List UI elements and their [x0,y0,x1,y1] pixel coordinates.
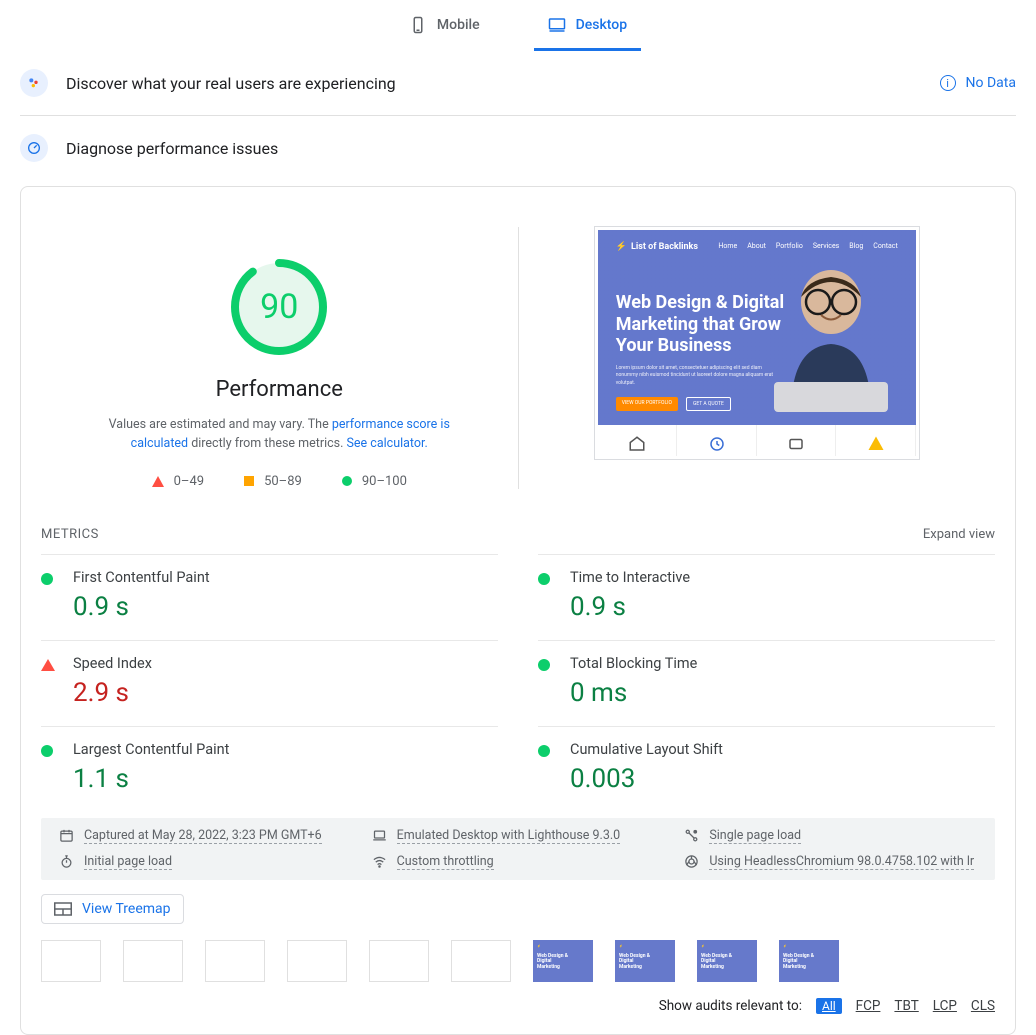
thumb-loaded: ⚡Web Design & Digital Marketing [779,940,839,982]
metric-value: 0.003 [570,764,995,794]
metric-name: Time to Interactive [570,569,995,586]
thumb-loaded: ⚡Web Design & Digital Marketing [533,940,593,982]
score-link-2[interactable]: See calculator. [347,436,428,451]
tab-desktop[interactable]: Desktop [534,16,641,51]
env-captured: Captured at May 28, 2022, 3:23 PM GMT+6 [59,828,352,844]
metric-value: 2.9 s [73,678,498,708]
env-emulated: Emulated Desktop with Lighthouse 9.3.0 [372,828,665,844]
thumb-empty [451,940,511,982]
dot-green-icon [538,745,552,759]
audit-filter-all[interactable]: All [816,998,842,1014]
page-screenshot: ⚡ List of Backlinks HomeAboutPortfolioSe… [595,227,919,459]
no-data-link[interactable]: No Data [966,75,1016,91]
performance-label: Performance [41,377,518,402]
thumb-loaded: ⚡Web Design & Digital Marketing [697,940,757,982]
performance-description: Values are estimated and may vary. The p… [79,416,479,454]
audit-filter-cls[interactable]: CLS [971,998,995,1014]
env-single: Single page load [684,828,977,844]
env-throttling: Custom throttling [372,854,665,870]
env-browser: Using HeadlessChromium 98.0.4758.102 wit… [684,854,977,870]
metric-value: 0.9 s [570,592,995,622]
metrics-grid: First Contentful Paint0.9 sTime to Inter… [41,554,995,812]
thumb-empty [205,940,265,982]
metrics-label: Metrics [41,527,99,542]
thumb-empty [41,940,101,982]
dot-green-icon [342,476,352,486]
mobile-icon [409,16,427,34]
metric-row: Speed Index 2.9 s [41,640,498,726]
diagnose-title: Diagnose performance issues [66,139,278,158]
dot-green-icon [41,745,55,759]
metric-row: Cumulative Layout Shift 0.003 [538,726,995,812]
metric-row: Largest Contentful Paint 1.1 s [41,726,498,812]
stopwatch-icon [59,854,74,869]
gauge-icon [20,134,48,162]
audits-label: Show audits relevant to: [659,998,802,1014]
metric-name: Cumulative Layout Shift [570,741,995,758]
score-legend: 0–49 50–89 90–100 [41,474,518,489]
score-column: 90 Performance Values are estimated and … [41,227,519,489]
preview-btn-quote: GET A QUOTE [686,397,731,411]
info-icon[interactable]: i [940,75,956,91]
treemap-icon [54,902,72,916]
performance-gauge: 90 [229,257,329,357]
preview-person-icon [756,252,906,412]
tab-mobile[interactable]: Mobile [395,16,494,51]
audit-filter-fcp[interactable]: FCP [856,998,881,1014]
thumb-empty [123,940,183,982]
chrome-icon [684,854,699,869]
preview-btn-portfolio: VIEW OUR PORTFOLIO [616,397,678,411]
report-card: 90 Performance Values are estimated and … [20,186,1016,1035]
thumb-loaded: ⚡Web Design & Digital Marketing [615,940,675,982]
metric-value: 0 ms [570,678,995,708]
diagnose-section: Diagnose performance issues [20,116,1016,180]
desktop-icon [548,16,566,34]
wifi-icon [372,854,387,869]
metric-name: First Contentful Paint [73,569,498,586]
thumb-empty [287,940,347,982]
square-amber-icon [244,476,254,486]
env-initial: Initial page load [59,854,352,870]
expand-view-link[interactable]: Expand view [923,527,995,542]
environment-bar: Captured at May 28, 2022, 3:23 PM GMT+6 … [41,818,995,880]
laptop-icon [372,828,387,843]
metric-name: Total Blocking Time [570,655,995,672]
dot-green-icon [538,659,552,673]
metric-row: Total Blocking Time 0 ms [538,640,995,726]
metric-row: First Contentful Paint 0.9 s [41,554,498,640]
audits-filter: Show audits relevant to: All FCP TBT LCP… [41,998,995,1014]
device-tabs: Mobile Desktop [20,0,1016,51]
filmstrip: ⚡Web Design & Digital Marketing ⚡Web Des… [41,940,995,982]
triangle-red-icon [152,476,164,487]
triangle-red-icon [41,659,55,673]
metric-name: Speed Index [73,655,498,672]
score-value: 90 [229,257,329,357]
users-icon [20,69,48,97]
network-icon [684,828,699,843]
view-treemap-button[interactable]: View Treemap [41,894,184,924]
thumb-empty [369,940,429,982]
audit-filter-tbt[interactable]: TBT [894,998,918,1014]
tab-label: Mobile [437,17,480,33]
preview-nav: HomeAboutPortfolioServicesBlogContact [718,242,897,250]
dot-green-icon [41,573,55,587]
dot-green-icon [538,573,552,587]
calendar-icon [59,828,74,843]
metric-name: Largest Contentful Paint [73,741,498,758]
metric-value: 0.9 s [73,592,498,622]
discover-section: Discover what your real users are experi… [20,51,1016,116]
preview-subtext: Lorem ipsum dolor sit amet, consectetuer… [616,365,776,388]
metric-row: Time to Interactive 0.9 s [538,554,995,640]
tab-label: Desktop [576,17,627,33]
metric-value: 1.1 s [73,764,498,794]
audit-filter-lcp[interactable]: LCP [933,998,957,1014]
discover-title: Discover what your real users are experi… [66,74,396,93]
